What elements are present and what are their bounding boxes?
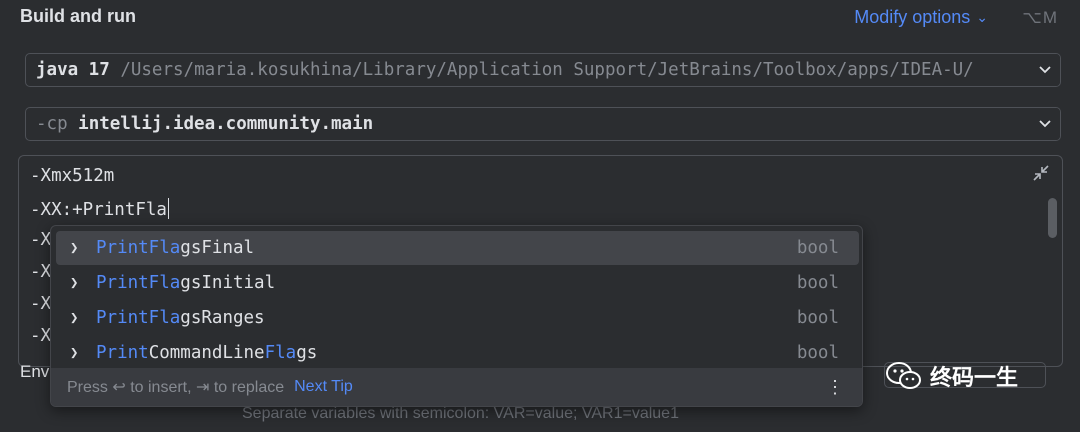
classpath-flag: -cp xyxy=(36,114,68,134)
footer-hint: Press ↩ to insert, ⇥ to replace xyxy=(67,379,285,396)
watermark-text: 终码一生 xyxy=(930,365,1019,390)
modify-options-link[interactable]: Modify options ⌄ xyxy=(854,7,988,28)
env-label: Env xyxy=(20,362,50,381)
shortcut-hint: ⌥M xyxy=(1022,8,1058,27)
classpath-select[interactable]: -cp intellij.idea.community.main xyxy=(25,107,1061,141)
text-caret xyxy=(167,198,170,219)
completion-type: bool xyxy=(796,343,839,363)
jdk-version: java 17 xyxy=(36,60,110,80)
completion-type: bool xyxy=(796,308,839,328)
jdk-select[interactable]: java 17 /Users/maria.kosukhina/Library/A… xyxy=(25,53,1061,87)
completion-item[interactable]: ❯ PrintFlagsFinal bool xyxy=(56,231,859,265)
chevron-down-icon[interactable] xyxy=(1030,54,1060,86)
watermark: 终码一生 xyxy=(886,360,1018,392)
chevron-right-icon: ❯ xyxy=(70,275,79,291)
vm-option-line: -X xyxy=(30,230,52,250)
vm-option-line: -X xyxy=(30,326,52,346)
section-title: Build and run xyxy=(20,6,136,26)
collapse-icon[interactable] xyxy=(1030,162,1052,184)
completion-item[interactable]: ❯ PrintCommandLineFlags bool xyxy=(56,336,859,370)
completion-type: bool xyxy=(796,238,839,258)
chevron-right-icon: ❯ xyxy=(70,345,79,361)
vertical-scrollbar[interactable] xyxy=(1048,198,1057,238)
vm-option-line: -X xyxy=(30,294,52,314)
modify-options-label: Modify options xyxy=(854,7,971,27)
completion-footer: Press ↩ to insert, ⇥ to replace Next Tip… xyxy=(51,368,862,406)
completion-item[interactable]: ❯ PrintFlagsInitial bool xyxy=(56,266,859,300)
chevron-right-icon: ❯ xyxy=(70,240,79,256)
env-hint: Separate variables with semicolon: VAR=v… xyxy=(242,405,679,422)
vm-option-line: -Xmx512m xyxy=(30,166,115,186)
completion-item[interactable]: ❯ PrintFlagsRanges bool xyxy=(56,301,859,335)
completion-type: bool xyxy=(796,273,839,293)
chevron-down-icon[interactable] xyxy=(1030,108,1060,140)
vm-option-line: -X xyxy=(30,262,52,282)
chevron-right-icon: ❯ xyxy=(70,310,79,326)
more-options-icon[interactable]: ⋮ xyxy=(826,378,844,396)
wechat-icon xyxy=(886,362,921,389)
next-tip-link[interactable]: Next Tip xyxy=(294,378,353,396)
vm-option-line-active: -XX:+PrintFla xyxy=(30,198,170,220)
chevron-down-icon: ⌄ xyxy=(976,9,988,25)
classpath-module: intellij.idea.community.main xyxy=(78,114,374,134)
jdk-path: /Users/maria.kosukhina/Library/Applicati… xyxy=(120,60,974,80)
completion-popup: ❯ PrintFlagsFinal bool ❯ PrintFlagsIniti… xyxy=(50,225,863,407)
